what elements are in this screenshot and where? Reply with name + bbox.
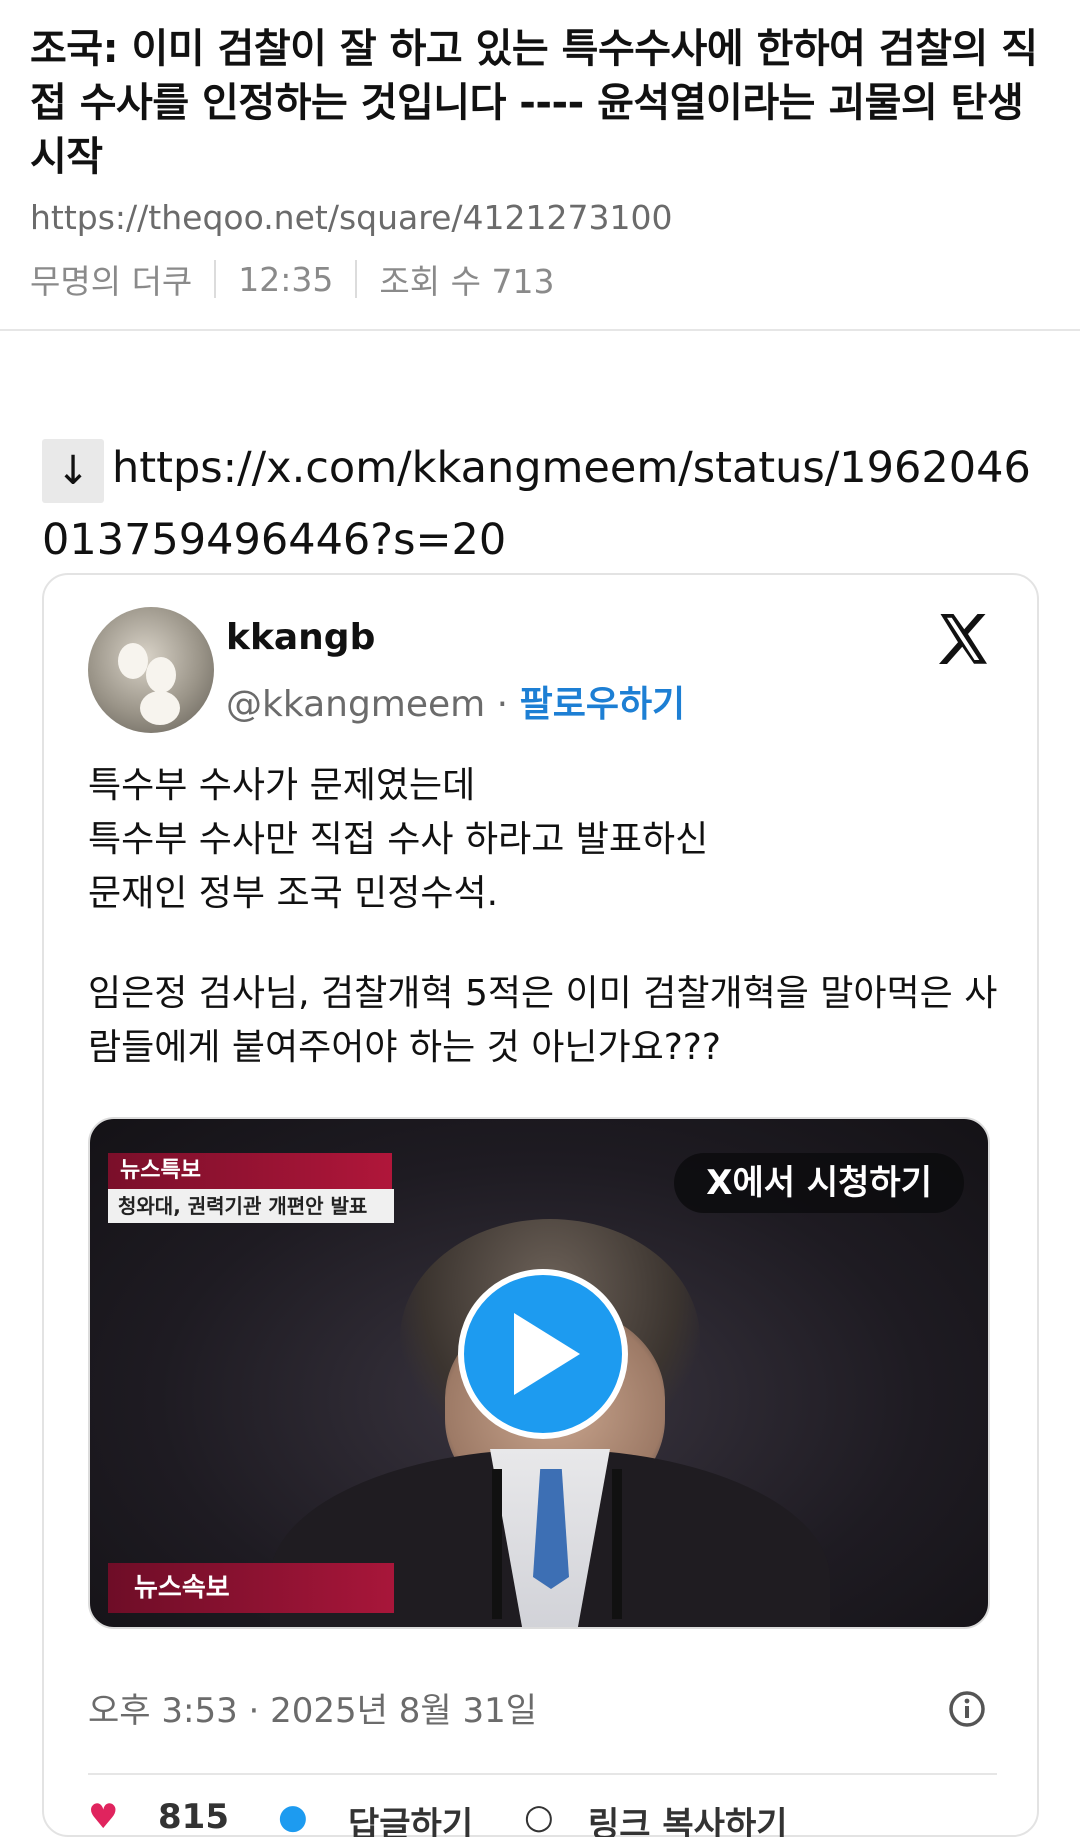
- heart-icon[interactable]: ♥: [88, 1797, 118, 1837]
- microphone: [612, 1469, 622, 1619]
- meta-divider: [214, 260, 217, 298]
- copy-link-button[interactable]: 링크 복사하기: [588, 1797, 788, 1837]
- reply-button[interactable]: 답글하기: [348, 1797, 473, 1837]
- post-views: 조회 수 713: [379, 262, 555, 301]
- header-divider: [0, 329, 1080, 331]
- paw-shape: [146, 657, 176, 693]
- tweet-actions: ♥ 815 ● 답글하기 ○ 링크 복사하기: [88, 1797, 988, 1837]
- embed-link-text[interactable]: https://x.com/kkangmeem/status/196204601…: [42, 443, 1031, 565]
- user-handle-row: @kkangmeem · 팔로우하기: [226, 675, 685, 727]
- post-header: 조국: 이미 검찰이 잘 하고 있는 특수수사에 한하여 검찰의 직접 수사를 …: [0, 0, 1080, 303]
- meta-divider: [355, 260, 358, 298]
- tweet-card[interactable]: kkangb @kkangmeem · 팔로우하기 특수부 수사가 문제였는데 …: [42, 573, 1039, 1837]
- reply-icon[interactable]: ●: [278, 1797, 308, 1837]
- x-logo-icon[interactable]: [933, 609, 993, 669]
- video-player[interactable]: 뉴스특보 청와대, 권력기관 개편안 발표 뉴스속보 X에서 시청하기: [88, 1117, 990, 1629]
- tweet-line: 특수부 수사가 문제였는데: [88, 765, 476, 806]
- play-icon: [514, 1313, 580, 1395]
- tweet-paragraph: 임은정 검사님, 검찰개혁 5적은 이미 검찰개혁을 말아먹은 사람들에게 붙여…: [88, 973, 998, 1068]
- microphone: [492, 1469, 502, 1619]
- news-banner-bottom: 뉴스속보: [108, 1563, 394, 1613]
- post-time: 12:35: [238, 259, 334, 299]
- handle-separator: ·: [485, 684, 520, 725]
- post-title: 조국: 이미 검찰이 잘 하고 있는 특수수사에 한하여 검찰의 직접 수사를 …: [30, 26, 1038, 180]
- tweet-line: 문재인 정부 조국 민정수석.: [88, 873, 499, 914]
- info-icon[interactable]: [947, 1689, 987, 1729]
- play-button[interactable]: [458, 1269, 628, 1439]
- like-count[interactable]: 815: [158, 1797, 229, 1837]
- embed-link[interactable]: ↓ https://x.com/kkangmeem/status/19620460…: [42, 432, 1042, 576]
- news-banner-sub: 청와대, 권력기관 개편안 발표: [108, 1189, 394, 1223]
- paw-shape: [140, 691, 180, 725]
- paw-shape: [118, 643, 148, 679]
- display-name[interactable]: kkangb: [226, 617, 375, 658]
- post-meta: 무명의 더쿠 12:35 조회 수 713: [30, 255, 1050, 303]
- post-url[interactable]: https://theqoo.net/square/4121273100: [30, 198, 1050, 237]
- tweet-text: 특수부 수사가 문제였는데 특수부 수사만 직접 수사 하라고 발표하신 문재인…: [88, 759, 998, 1075]
- tweet-line: 특수부 수사만 직접 수사 하라고 발표하신: [88, 819, 709, 860]
- post-author[interactable]: 무명의 더쿠: [30, 255, 192, 303]
- news-banner-top: 뉴스특보: [108, 1153, 392, 1189]
- watch-on-x-button[interactable]: X에서 시청하기: [674, 1153, 964, 1213]
- avatar[interactable]: [88, 607, 214, 733]
- down-arrow-icon: ↓: [42, 438, 104, 503]
- follow-button[interactable]: 팔로우하기: [520, 684, 686, 725]
- user-handle[interactable]: @kkangmeem: [226, 684, 485, 725]
- link-icon[interactable]: ○: [524, 1797, 554, 1837]
- tweet-timestamp[interactable]: 오후 3:53 · 2025년 8월 31일: [88, 1683, 537, 1732]
